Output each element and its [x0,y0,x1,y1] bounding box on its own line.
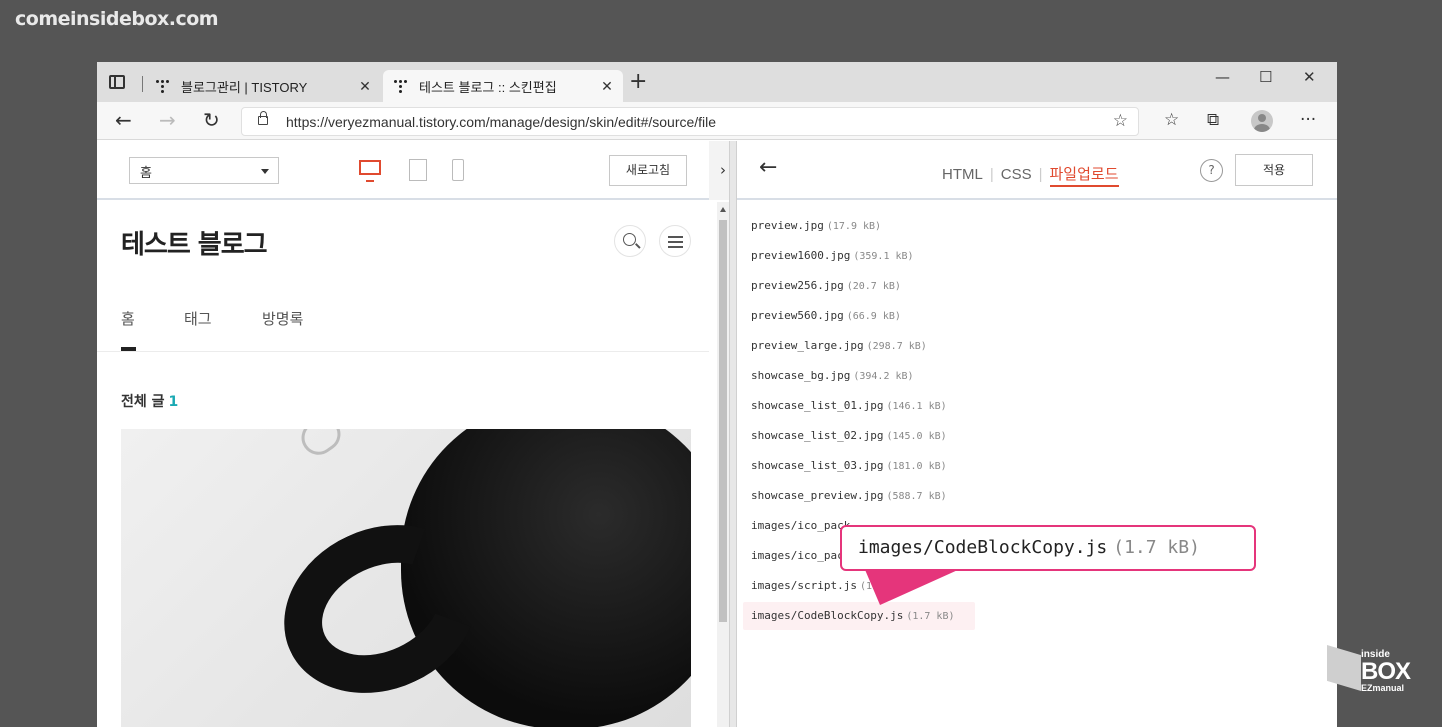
logo-line-2: BOX [1361,658,1411,685]
site-watermark: comeinsidebox.com [15,8,219,30]
scrollbar-thumb[interactable] [719,220,727,622]
close-window-button[interactable]: ✕ [1303,68,1316,86]
file-item-highlighted[interactable]: images/CodeBlockCopy.js (1.7 kB) [743,602,975,630]
page-select[interactable]: 홈 [129,157,279,184]
search-icon[interactable] [614,225,646,257]
apply-button[interactable]: 적용 [1235,154,1313,186]
back-arrow-icon[interactable]: ← [759,155,777,180]
posts-number: 1 [168,394,179,410]
blog-preview: 테스트 블로그 홈 태그 방명록 전체 글1 [97,202,717,727]
tab-strip: 블로그관리 | TISTORY ✕ 테스트 블로그 :: 스킨편집 ✕ + — … [97,62,1337,102]
file-item[interactable]: images/ico_pack [751,519,853,539]
tab-close-icon[interactable]: ✕ [353,78,377,95]
blog-nav-item-tag[interactable]: 태그 [184,308,212,329]
lock-icon[interactable] [258,111,268,125]
browser-window: 블로그관리 | TISTORY ✕ 테스트 블로그 :: 스킨편집 ✕ + — … [97,62,1337,727]
file-item[interactable]: showcase_list_01.jpg (146.1 kB) [751,399,947,419]
profile-icon[interactable] [1251,110,1273,132]
tab-html[interactable]: HTML [942,166,983,183]
file-item[interactable]: showcase_list_03.jpg (181.0 kB) [751,459,947,479]
file-item[interactable]: showcase_preview.jpg (588.7 kB) [751,489,947,509]
blog-nav-item-home[interactable]: 홈 [121,308,135,329]
tistory-favicon-icon [393,78,409,94]
tab-separator [142,76,143,92]
desktop-view-icon[interactable] [359,160,381,182]
favorites-icon[interactable]: ☆ [1164,110,1179,130]
pane-resize-handle[interactable] [729,141,737,727]
file-item[interactable]: preview.jpg (17.9 kB) [751,219,881,239]
posts-label: 전체 글 [121,394,165,410]
callout-filesize: (1.7 kB) [1113,537,1200,558]
page-select-value: 홈 [140,166,152,181]
logo-line-3: EZmanual [1361,683,1405,693]
scroll-up-icon[interactable] [720,207,726,212]
help-icon[interactable]: ? [1200,159,1223,182]
callout-pointer [863,565,960,605]
editor-pane: ← HTML | CSS | 파일업로드 ? 적용 preview.jpg (17.9 k… [737,141,1337,727]
callout-filename: images/CodeBlockCopy.js [858,537,1108,558]
tab-title: 테스트 블로그 :: 스킨편집 [419,79,557,95]
url-text[interactable]: https://veryezmanual.tistory.com/manage/… [286,114,716,130]
tab-css[interactable]: CSS [1001,166,1032,183]
editor-toolbar: ← HTML | CSS | 파일업로드 ? 적용 [737,141,1337,200]
minimize-button[interactable]: — [1215,68,1230,86]
blog-nav-item-guestbook[interactable]: 방명록 [262,308,303,329]
tab-actions-icon[interactable] [109,75,125,89]
tab-file-upload[interactable]: 파일업로드 [1049,166,1119,187]
refresh-button[interactable]: ↻ [203,109,220,131]
file-item[interactable]: preview560.jpg (66.9 kB) [751,309,901,329]
file-item[interactable]: showcase_list_02.jpg (145.0 kB) [751,429,947,449]
insidebox-logo: inside BOX EZmanual [1327,645,1423,703]
preview-refresh-button[interactable]: 새로고침 [609,155,687,186]
favorites-add-icon[interactable]: ☆ [1113,111,1128,131]
new-tab-button[interactable]: + [629,71,647,93]
collections-icon[interactable]: ⧉ [1207,110,1219,130]
tab-skin-edit[interactable]: 테스트 블로그 :: 스킨편집 ✕ [383,70,623,102]
tab-blog-manage[interactable]: 블로그관리 | TISTORY ✕ [145,70,381,102]
file-item[interactable]: images/ico_pack [751,549,853,569]
tistory-favicon-icon [155,78,171,94]
file-item[interactable]: preview_large.jpg (298.7 kB) [751,339,927,359]
tab-title: 블로그관리 | TISTORY [181,79,308,95]
menu-icon[interactable] [659,225,691,257]
mobile-view-icon[interactable] [452,159,464,181]
file-item[interactable]: showcase_bg.jpg (394.2 kB) [751,369,914,389]
tab-close-icon[interactable]: ✕ [595,78,619,95]
paperclip-illustration [294,429,348,462]
tablet-view-icon[interactable] [409,159,427,181]
chevron-down-icon [261,169,269,174]
file-item[interactable]: preview1600.jpg (359.1 kB) [751,249,914,269]
editor-tabs: HTML | CSS | 파일업로드 [942,163,1119,187]
maximize-button[interactable]: ☐ [1259,68,1272,86]
address-toolbar: ← → ↻ https://veryezmanual.tistory.com/m… [97,102,1337,140]
logo-cube-icon [1327,645,1361,691]
tab-separator: | [989,166,994,183]
preview-pane: 홈 새로고침 › 테스트 블로그 홈 태그 방명록 전체 글 1 [97,141,737,727]
preview-toolbar: 홈 새로고침 [97,141,717,200]
address-bar[interactable]: https://veryezmanual.tistory.com/manage/… [241,107,1139,136]
tab-separator: | [1038,166,1043,183]
posts-count: 전체 글1 [121,391,178,411]
forward-button[interactable]: → [159,109,176,131]
zoom-callout: images/CodeBlockCopy.js (1.7 kB) [840,525,1256,571]
nav-divider [97,351,709,352]
preview-scrollbar[interactable] [717,202,729,727]
more-icon[interactable]: ··· [1300,110,1316,130]
page-content: 홈 새로고침 › 테스트 블로그 홈 태그 방명록 전체 글 1 ← HTML … [97,141,1337,727]
post-thumbnail[interactable] [121,429,691,727]
file-item[interactable]: preview256.jpg (20.7 kB) [751,279,901,299]
back-button[interactable]: ← [115,109,132,131]
blog-title[interactable]: 테스트 블로그 [121,224,268,261]
